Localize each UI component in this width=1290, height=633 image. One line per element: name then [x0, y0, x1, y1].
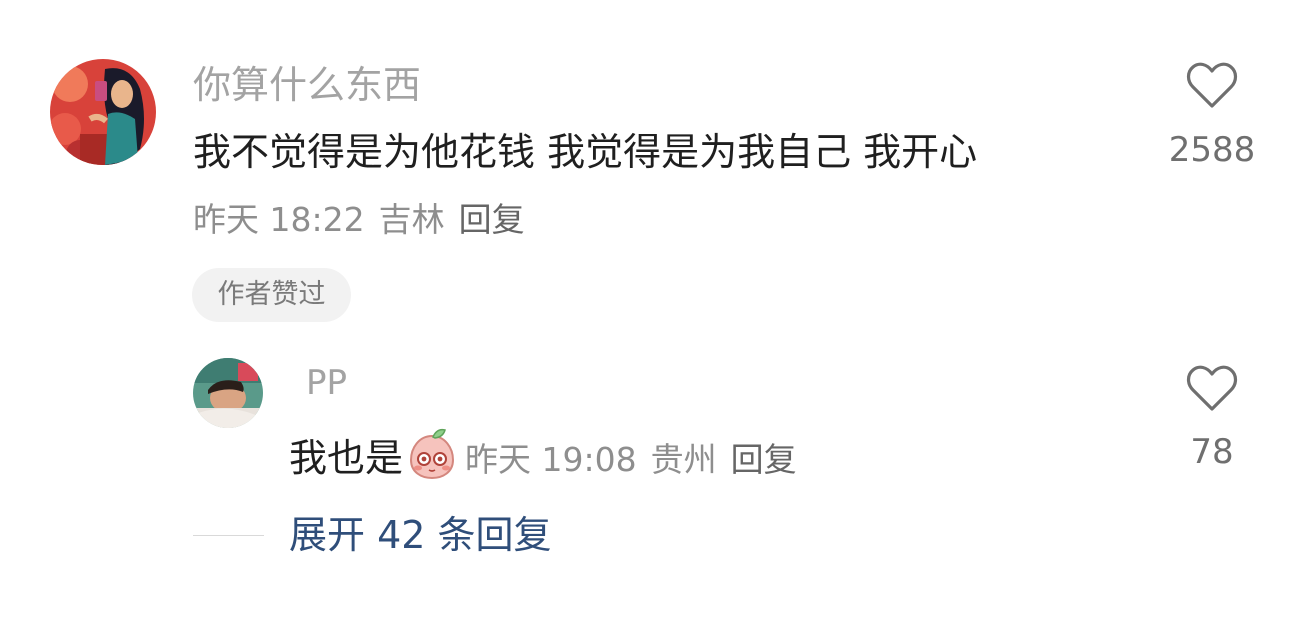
reply-location: 贵州 [650, 440, 717, 479]
heart-icon [1186, 365, 1238, 411]
comment-time: 昨天 18:22 [193, 200, 365, 239]
reply-time: 昨天 19:08 [465, 440, 637, 479]
reply-like-count: 78 [1190, 432, 1234, 472]
peach-blush-emoji-icon [407, 428, 457, 493]
reply-line: 我也是 昨天 19:08 贵州 回复 [289, 428, 811, 493]
author-liked-badge: 作者赞过 [192, 268, 351, 322]
reply-reply-button[interactable]: 回复 [731, 440, 797, 479]
avatar-woman-selfie-icon [50, 59, 156, 165]
comment-username[interactable]: 你算什么东西 [193, 62, 421, 108]
heart-icon [1186, 62, 1238, 108]
reply-meta: 昨天 19:08 贵州 回复 [465, 440, 811, 479]
comment-like-button[interactable]: 2588 [1162, 62, 1262, 172]
comment-location: 吉林 [378, 200, 445, 239]
avatar-man-lying-icon [193, 358, 263, 428]
comment-reply-button[interactable]: 回复 [459, 200, 525, 239]
comment-like-count: 2588 [1168, 130, 1256, 170]
reply-avatar[interactable] [193, 358, 263, 428]
comment-avatar[interactable] [50, 59, 156, 165]
expand-divider [193, 535, 264, 536]
comment-text: 我不觉得是为他花钱 我觉得是为我自己 我开心 [193, 130, 978, 174]
reply-like-button[interactable]: 78 [1162, 365, 1262, 474]
reply-username[interactable]: PP [306, 362, 347, 404]
comment-meta: 昨天 18:22 吉林 回复 [193, 198, 539, 242]
expand-replies-button[interactable]: 展开 42 条回复 [289, 510, 552, 560]
reply-text: 我也是 [289, 436, 404, 480]
comment-thread: 你算什么东西 我不觉得是为他花钱 我觉得是为我自己 我开心 昨天 18:22 吉林… [0, 0, 1290, 633]
